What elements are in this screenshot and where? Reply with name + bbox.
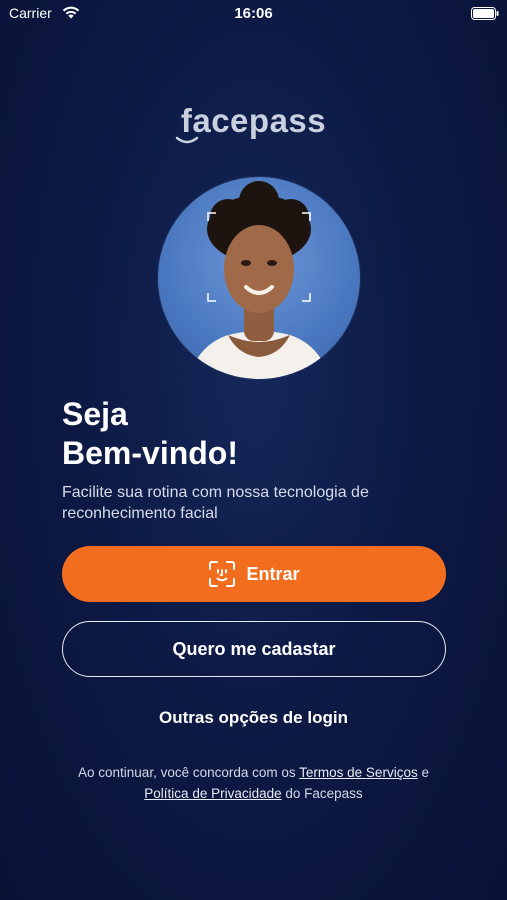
profile-photo	[158, 177, 360, 379]
signup-button[interactable]: Quero me cadastar	[62, 621, 446, 677]
smile-icon	[175, 136, 199, 144]
terms-of-service-link[interactable]: Termos de Serviços	[299, 765, 418, 780]
terms-suffix: do Facepass	[285, 786, 363, 801]
welcome-heading: Seja Bem-vindo!	[62, 395, 238, 473]
terms-prefix: Ao continuar, você concorda com os	[78, 765, 296, 780]
facepass-logo: facepass	[0, 102, 507, 146]
battery-icon	[471, 7, 499, 20]
signup-button-label: Quero me cadastar	[172, 638, 336, 659]
welcome-line-2: Bem-vindo!	[62, 435, 238, 471]
subtitle: Facilite sua rotina com nossa tecnologia…	[62, 484, 369, 522]
login-button-label: Entrar	[246, 563, 300, 584]
face-id-icon	[208, 560, 236, 588]
login-button[interactable]: Entrar	[62, 546, 446, 602]
status-bar: Carrier 16:06	[0, 0, 507, 28]
terms-text: Ao continuar, você concorda com os Termo…	[30, 762, 477, 804]
privacy-policy-link[interactable]: Política de Privacidade	[144, 786, 281, 801]
clock: 16:06	[234, 5, 273, 22]
other-login-options-link[interactable]: Outras opções de login	[0, 708, 507, 728]
logo-text: facepass	[180, 102, 327, 139]
welcome-line-1: Seja	[62, 396, 128, 432]
terms-conjunction: e	[421, 765, 429, 780]
